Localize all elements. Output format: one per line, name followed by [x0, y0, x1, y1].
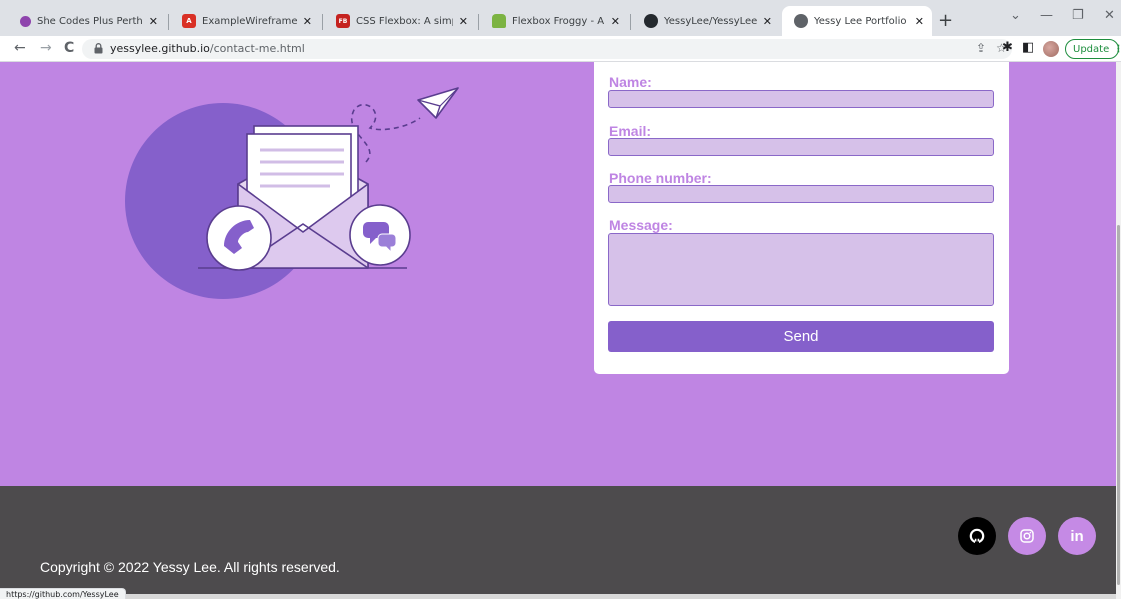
email-label: Email:: [609, 123, 652, 139]
contact-form: Name: Email: Phone number: Message: Send: [594, 62, 1009, 374]
extensions-puzzle-icon[interactable]: ✱: [1002, 40, 1013, 55]
browser-tab-wireframe[interactable]: A ExampleWireframe210422D ✕: [170, 6, 320, 36]
browser-tab-flexbox-froggy[interactable]: Flexbox Froggy - A game for ✕: [480, 6, 628, 36]
tab-separator: [322, 14, 323, 30]
tab-title: Flexbox Froggy - A game for: [512, 15, 605, 27]
linkedin-link[interactable]: in: [1058, 517, 1096, 555]
tab-title: She Codes Plus Perth 22/23: [37, 15, 143, 27]
forward-arrow-icon[interactable]: →: [40, 40, 52, 56]
browser-address-bar: ← → C yessylee.github.io/contact-me.html…: [0, 36, 1121, 62]
profile-avatar[interactable]: [1043, 41, 1059, 57]
she-codes-favicon-icon: [20, 15, 31, 27]
tab-title: CSS Flexbox: A simple visual: [356, 15, 453, 27]
tab-title: Yessy Lee Portfolio: [814, 15, 907, 27]
tab-close-icon[interactable]: ✕: [611, 15, 620, 28]
send-button[interactable]: Send: [608, 321, 994, 352]
github-link[interactable]: [958, 517, 996, 555]
browser-tab-css-flexbox[interactable]: FB CSS Flexbox: A simple visual ✕: [324, 6, 476, 36]
linkedin-icon: in: [1070, 527, 1084, 545]
contact-illustration-icon: [125, 87, 459, 299]
github-icon: [969, 528, 985, 544]
tab-separator: [168, 14, 169, 30]
frog-favicon-icon: [492, 14, 506, 28]
phone-label: Phone number:: [609, 170, 712, 186]
chat-bubble-icon: [349, 204, 411, 266]
tab-title: YessyLee/YessyLee.github.io: [664, 15, 757, 27]
browser-tab-she-codes[interactable]: She Codes Plus Perth 22/23 ✕: [8, 6, 166, 36]
phone-input[interactable]: [608, 185, 994, 203]
tab-separator: [478, 14, 479, 30]
instagram-link[interactable]: [1008, 517, 1046, 555]
tab-search-dropdown-icon[interactable]: ⌄: [1010, 8, 1021, 23]
globe-favicon-icon: [794, 14, 808, 28]
browser-menu-icon[interactable]: ⋮: [1113, 44, 1121, 55]
email-input[interactable]: [608, 138, 994, 156]
paper-plane-icon: [417, 87, 459, 119]
pdf-favicon-icon: A: [182, 14, 196, 28]
tab-close-icon[interactable]: ✕: [763, 15, 772, 28]
tab-close-icon[interactable]: ✕: [303, 15, 312, 28]
restore-window-icon[interactable]: ❐: [1072, 8, 1084, 23]
github-favicon-icon: [644, 14, 658, 28]
side-panel-icon[interactable]: ◧: [1022, 40, 1034, 55]
close-window-icon[interactable]: ✕: [1104, 8, 1115, 23]
omnibox[interactable]: yessylee.github.io/contact-me.html ⇪ ☆: [82, 39, 1012, 59]
reload-icon[interactable]: C: [64, 40, 74, 56]
instagram-icon: [1020, 529, 1034, 543]
back-arrow-icon[interactable]: ←: [14, 40, 26, 56]
name-input[interactable]: [608, 90, 994, 108]
minimize-window-icon[interactable]: —: [1040, 8, 1053, 23]
contact-page: Name: Email: Phone number: Message: Send: [0, 62, 1116, 486]
update-label: Update: [1073, 43, 1110, 55]
tab-close-icon[interactable]: ✕: [459, 15, 468, 28]
fb-favicon-icon: FB: [336, 14, 350, 28]
site-footer: Copyright © 2022 Yessy Lee. All rights r…: [0, 486, 1116, 594]
page-scrollbar-thumb[interactable]: [1117, 225, 1120, 585]
message-label: Message:: [609, 217, 673, 233]
copyright-text: Copyright © 2022 Yessy Lee. All rights r…: [40, 559, 340, 575]
horizontal-scrollbar[interactable]: [0, 594, 1116, 599]
message-textarea[interactable]: [608, 233, 994, 306]
link-status-bubble: https://github.com/YessyLee: [0, 588, 126, 599]
name-label: Name:: [609, 74, 652, 90]
lock-icon: [94, 43, 103, 54]
phone-icon: [206, 205, 272, 271]
new-tab-button[interactable]: +: [938, 10, 953, 31]
tab-separator: [630, 14, 631, 30]
tab-title: ExampleWireframe210422D: [202, 15, 297, 27]
browser-tab-portfolio-active[interactable]: Yessy Lee Portfolio ✕: [782, 6, 932, 36]
tab-close-icon[interactable]: ✕: [915, 15, 924, 28]
browser-tab-bar: She Codes Plus Perth 22/23 ✕ A ExampleWi…: [0, 0, 1121, 36]
url-text: yessylee.github.io/contact-me.html: [110, 42, 305, 55]
tab-close-icon[interactable]: ✕: [149, 15, 158, 28]
url-domain: yessylee.github.io: [110, 42, 210, 55]
share-icon[interactable]: ⇪: [976, 41, 986, 55]
browser-tab-github-repo[interactable]: YessyLee/YessyLee.github.io ✕: [632, 6, 780, 36]
update-button[interactable]: Update ⋮: [1065, 39, 1121, 59]
url-path: /contact-me.html: [209, 42, 305, 55]
